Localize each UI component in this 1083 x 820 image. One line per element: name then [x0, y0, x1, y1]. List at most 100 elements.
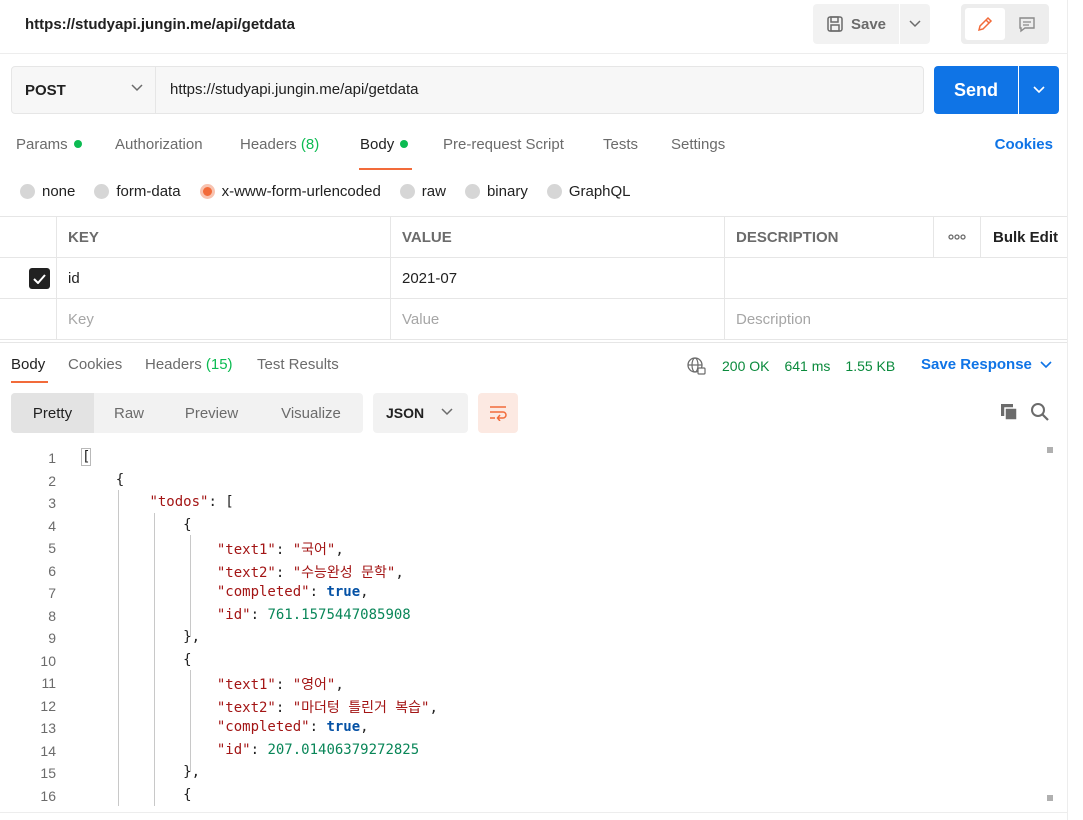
send-options-button[interactable] [1019, 66, 1059, 114]
save-response-button[interactable]: Save Response [921, 356, 1052, 373]
send-button[interactable]: Send [934, 66, 1018, 114]
scroll-up-arrow[interactable] [1047, 447, 1053, 453]
bulk-edit-button[interactable]: Bulk Edit [980, 217, 1068, 257]
more-options-button[interactable] [933, 217, 980, 257]
copy-icon[interactable] [999, 402, 1019, 422]
radio-circle [546, 183, 562, 199]
code-line: 2 { [0, 469, 1040, 491]
response-time[interactable]: 641 ms [784, 358, 830, 374]
tab-label: Body [360, 136, 395, 153]
wrap-lines-button[interactable] [478, 393, 518, 433]
code-line: 5 "text1": "국어", [0, 536, 1040, 558]
scroll-down-arrow[interactable] [1047, 795, 1053, 801]
view-raw[interactable]: Raw [94, 393, 164, 433]
response-status: 200 OK 641 ms 1.55 KB [686, 356, 895, 376]
tab-response-cookies[interactable]: Cookies [68, 356, 122, 373]
tab-tests[interactable]: Tests [603, 136, 638, 153]
radio-label: raw [421, 182, 446, 200]
chevron-down-icon [441, 408, 453, 416]
row-checkbox[interactable] [29, 268, 50, 289]
save-button[interactable]: Save [813, 4, 899, 44]
code-text: { [82, 651, 192, 668]
tab-test-results[interactable]: Test Results [257, 356, 339, 373]
tab-headers[interactable]: Headers (8) [240, 136, 319, 153]
column-header-key: KEY [56, 217, 390, 257]
value-cell[interactable]: 2021-07 [390, 258, 724, 298]
line-number: 6 [48, 562, 56, 579]
line-number: 12 [40, 697, 56, 714]
radio-binary[interactable]: binary [464, 182, 528, 200]
code-text: "id": 761.1575447085908 [216, 606, 411, 623]
save-response-label: Save Response [921, 356, 1032, 373]
description-input[interactable]: Description [724, 299, 1068, 339]
line-number: 4 [48, 517, 56, 534]
pencil-icon [977, 16, 993, 32]
tab-params[interactable]: Params [16, 136, 82, 153]
format-select[interactable]: JSON [373, 393, 468, 433]
tab-label: Authorization [115, 136, 203, 153]
tab-label: Headers [240, 136, 297, 153]
globe-icon[interactable] [686, 356, 706, 376]
line-number: 5 [48, 540, 56, 556]
tab-label: Headers [145, 356, 202, 373]
description-cell[interactable] [724, 258, 1068, 298]
tab-response-headers[interactable]: Headers (15) [145, 356, 233, 373]
response-size[interactable]: 1.55 KB [845, 358, 895, 374]
radio-raw[interactable]: raw [399, 182, 446, 200]
send-label: Send [953, 79, 998, 100]
save-label: Save [850, 15, 887, 33]
radio-none[interactable]: none [20, 183, 75, 200]
line-number: 3 [48, 495, 56, 511]
tab-label: Tests [603, 136, 639, 153]
tab-label: Pre-request Script [443, 136, 564, 153]
tab-label: Params [16, 136, 68, 153]
comment-icon [1019, 17, 1035, 33]
active-response-tab-indicator [11, 381, 48, 383]
code-text: "todos": [ [149, 494, 234, 510]
url-input[interactable]: https://studyapi.jungin.me/api/getdata [170, 81, 910, 98]
code-text: "completed": true, [216, 719, 369, 735]
chevron-down-icon [1040, 360, 1052, 368]
panel-border [0, 812, 1068, 813]
table-row-empty: Key Value Description [0, 299, 1068, 340]
tab-pre-request-script[interactable]: Pre-request Script [443, 136, 564, 153]
code-text: "text2": "수능완성 문학", [216, 564, 404, 581]
code-text: "text1": "영어", [216, 677, 344, 693]
edit-mode-button[interactable] [965, 8, 1005, 40]
radio-label: binary [486, 182, 528, 200]
method-select[interactable]: POST [12, 67, 156, 113]
mode-toggle [961, 4, 1049, 44]
request-tabs: Params Authorization Headers (8) Body Pr… [0, 128, 1068, 168]
cookies-link[interactable]: Cookies [995, 136, 1053, 153]
view-pretty[interactable]: Pretty [11, 393, 94, 433]
tab-label: Settings [671, 136, 726, 153]
method-label: POST [25, 81, 66, 99]
view-preview[interactable]: Preview [164, 393, 259, 433]
search-icon[interactable] [1030, 402, 1050, 422]
code-line: 9 }, [0, 626, 1040, 648]
radio-x-www-form-urlencoded[interactable]: x-www-form-urlencoded [199, 182, 381, 200]
view-visualize[interactable]: Visualize [259, 393, 363, 433]
line-number: 10 [40, 652, 56, 669]
key-input[interactable]: Key [56, 299, 390, 339]
radio-graphql[interactable]: GraphQL [546, 183, 631, 200]
radio-form-data[interactable]: form-data [94, 183, 181, 200]
code-line: 6 "text2": "수능완성 문학", [0, 559, 1040, 581]
code-text: "text1": "국어", [216, 542, 344, 558]
comment-mode-button[interactable] [1007, 8, 1047, 40]
view-mode-group: Pretty Raw Preview Visualize [11, 393, 363, 433]
response-body-editor[interactable]: 1[2 {3 "todos": [4 {5 "text1": "국어", 6 "t… [0, 446, 1068, 806]
tab-settings[interactable]: Settings [671, 136, 725, 153]
key-cell[interactable]: id [56, 258, 390, 298]
status-code[interactable]: 200 OK [722, 358, 769, 374]
tab-response-body[interactable]: Body [11, 356, 45, 373]
radio-label: x-www-form-urlencoded [221, 182, 381, 200]
tab-authorization[interactable]: Authorization [115, 136, 203, 153]
code-text: "id": 207.01406379272825 [216, 741, 420, 758]
editor-scrollbar[interactable] [1046, 446, 1054, 806]
tab-body[interactable]: Body [360, 136, 409, 153]
value-input[interactable]: Value [390, 299, 724, 339]
code-line: 13 "completed": true, [0, 716, 1040, 738]
save-options-button[interactable] [900, 4, 930, 44]
line-number: 16 [40, 787, 56, 804]
